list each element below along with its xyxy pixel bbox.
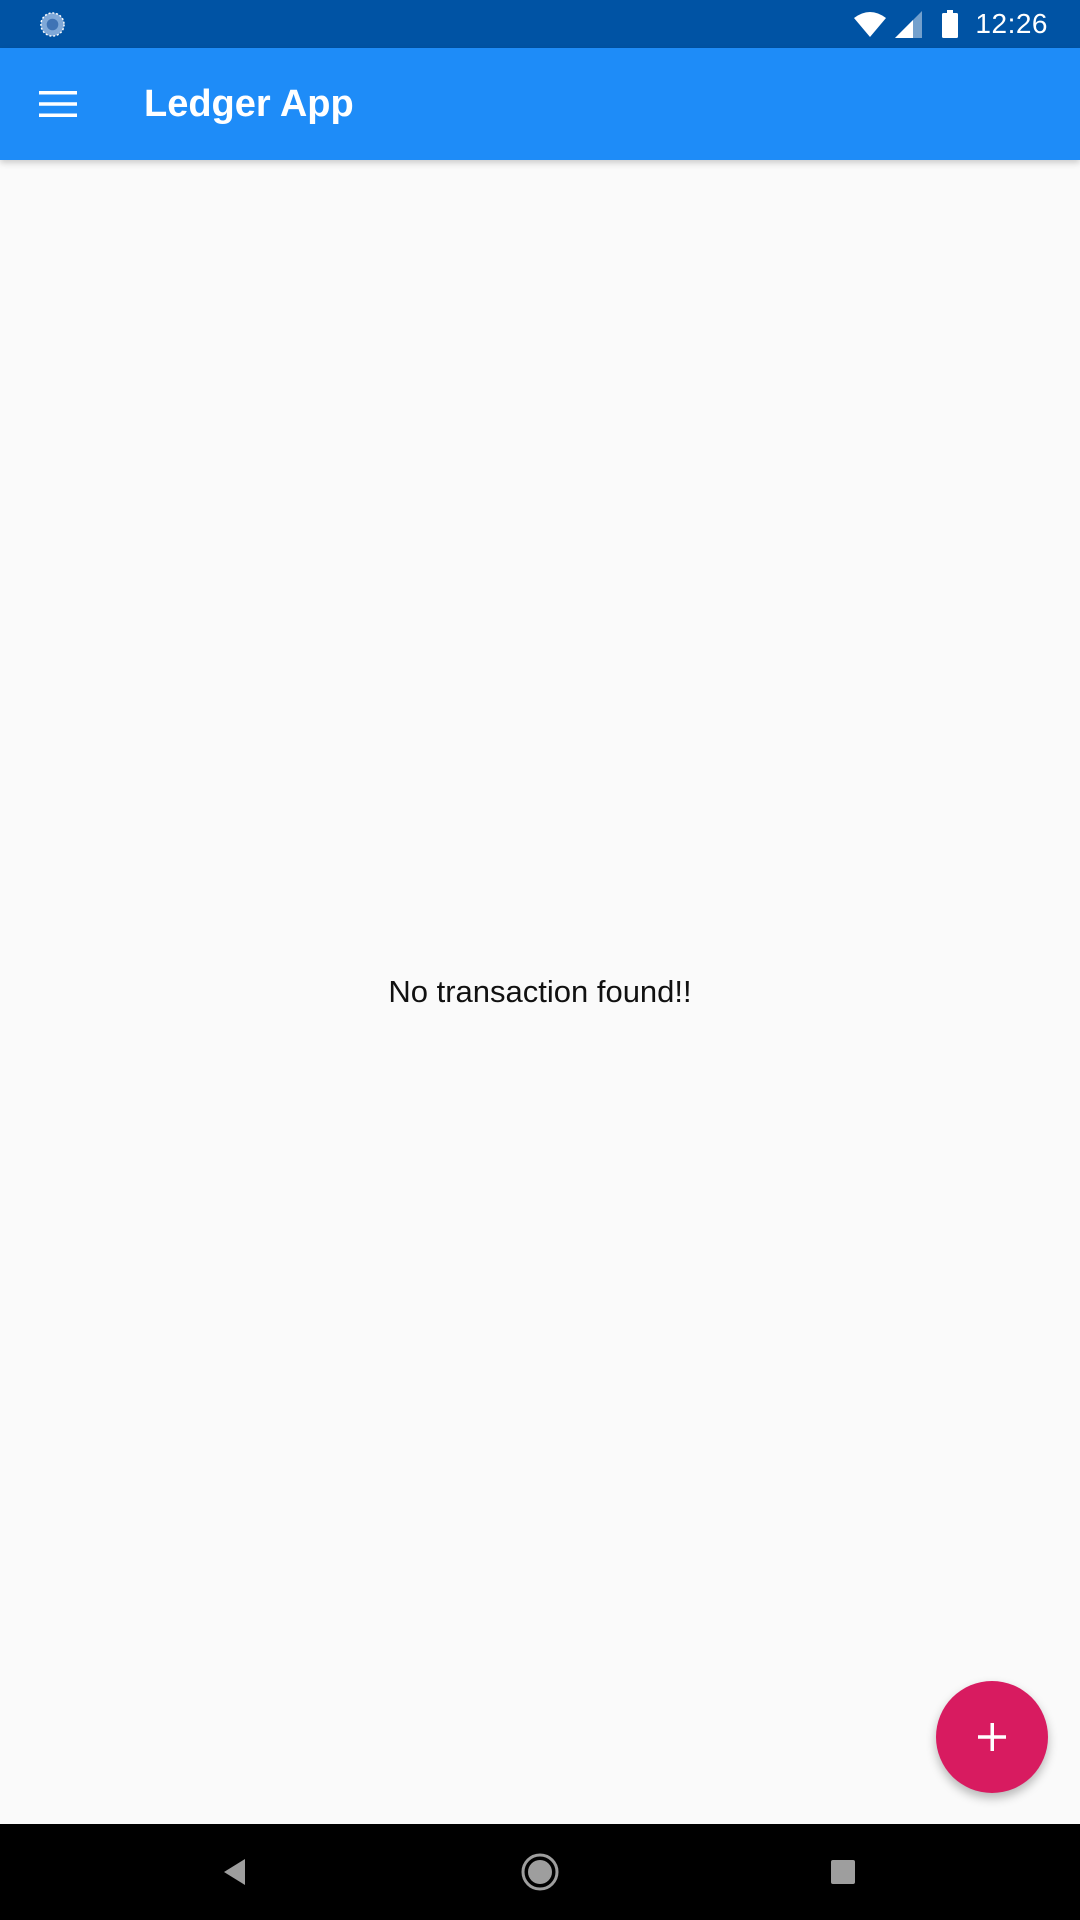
battery-icon [942,10,959,38]
navigation-bar [0,1824,1080,1920]
recents-icon [831,1860,855,1884]
status-bar: 12:26 [0,0,1080,48]
back-icon [224,1859,245,1885]
sync-circle-icon [40,12,65,37]
home-icon [521,1853,559,1891]
app-bar: Ledger App [0,48,1080,160]
app-title: Ledger App [144,82,354,125]
status-icons: 12:26 [853,0,1048,48]
recents-button[interactable] [813,1842,873,1902]
menu-button[interactable] [22,68,94,140]
back-button[interactable] [205,1842,265,1902]
signal-icon [895,10,923,38]
home-button[interactable] [510,1842,570,1902]
wifi-icon [854,12,887,37]
plus-icon [978,1723,1006,1751]
status-time: 12:26 [975,8,1048,39]
transaction-list: No transaction found!! [0,160,1080,1824]
empty-state-message: No transaction found!! [388,974,692,1009]
add-transaction-button[interactable] [936,1681,1048,1793]
hamburger-menu-icon [39,91,77,117]
